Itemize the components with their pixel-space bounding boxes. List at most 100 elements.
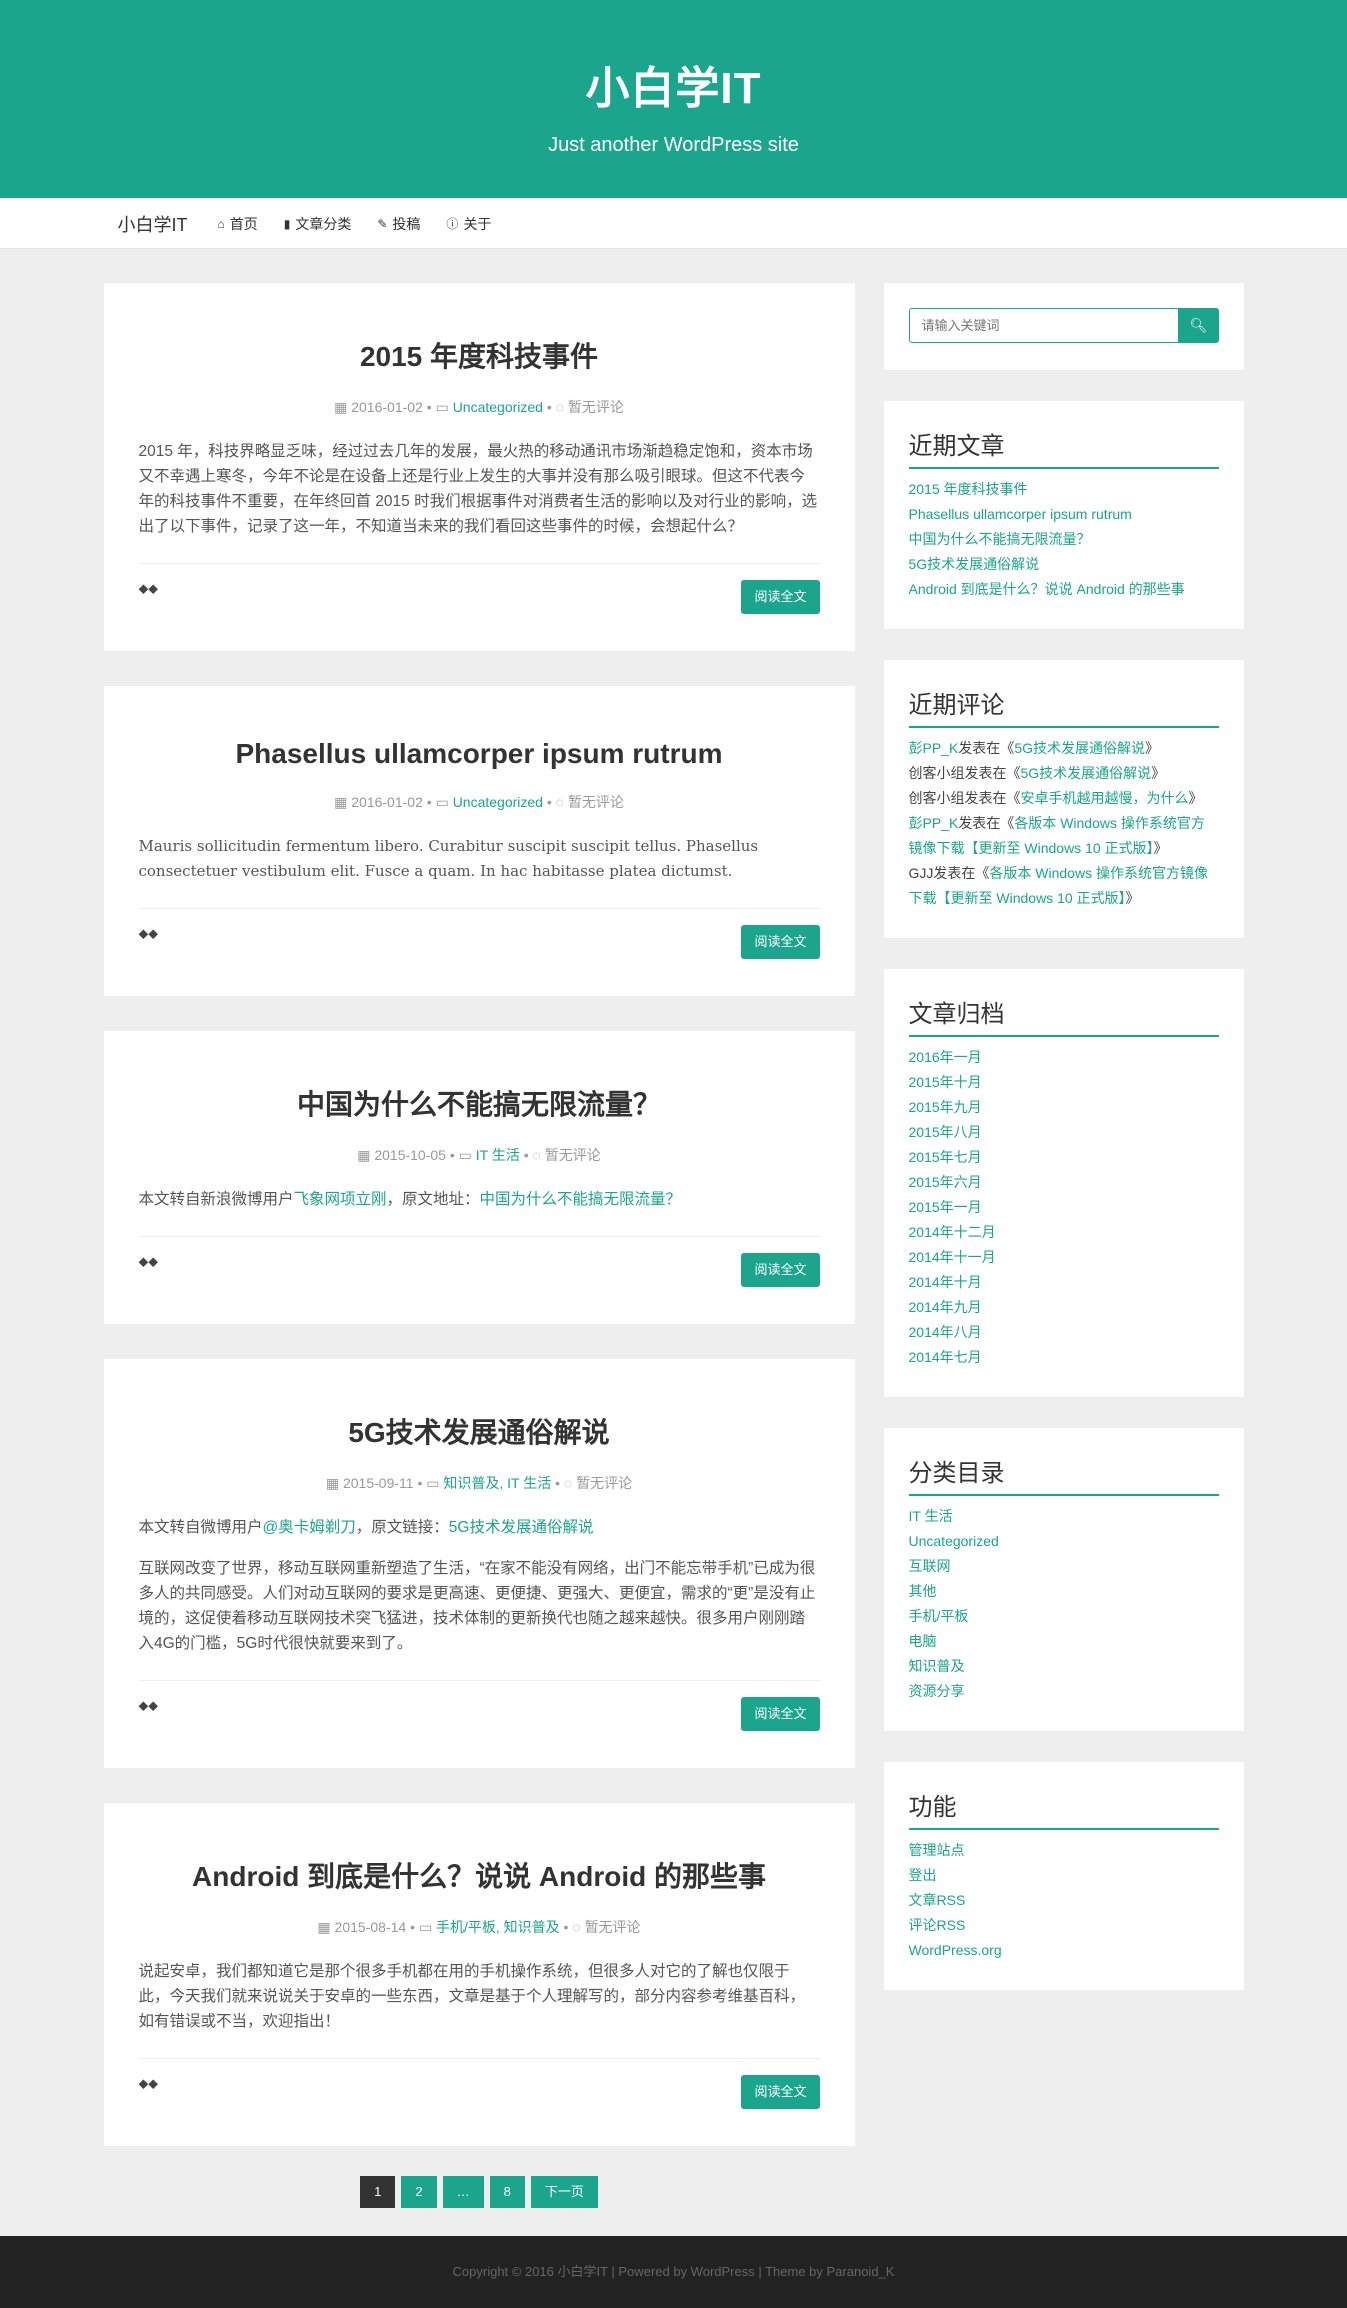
comment-post-link[interactable]: 5G技术发展通俗解说 xyxy=(1021,765,1152,781)
search-input[interactable] xyxy=(908,308,1179,343)
post-title[interactable]: 中国为什么不能搞无限流量？ xyxy=(139,1031,820,1123)
archive-item-link[interactable]: 2014年七月 xyxy=(909,1349,982,1365)
nav-brand[interactable]: 小白学IT xyxy=(118,211,188,237)
page-current: 1 xyxy=(360,2176,396,2208)
post-footer: ⬥⬥ 阅读全文 xyxy=(138,2058,820,2146)
category-item-link[interactable]: 知识普及 xyxy=(909,1658,965,1674)
category-item-link[interactable]: Uncategorized xyxy=(909,1533,999,1549)
nav-item-0[interactable]: ⌂ 首页 xyxy=(218,214,258,234)
category-item: 互联网 xyxy=(909,1554,1219,1579)
recent-comment-item: 创客小组发表在《5G技术发展通俗解说》 xyxy=(909,761,1219,786)
category-item-link[interactable]: 电脑 xyxy=(909,1633,937,1649)
meta-item: 文章RSS xyxy=(909,1888,1219,1913)
post-meta: ▦ 2015-09-11 • ▭ 知识普及, IT 生活 • ◌ 暂无评论 xyxy=(325,1475,633,1491)
post-list: 2015 年度科技事件 ▦ 2016-01-02 • ▭ Uncategorize… xyxy=(103,283,855,2236)
widget-title: 分类目录 xyxy=(908,1453,1219,1496)
post-comments: 暂无评论 xyxy=(567,399,624,415)
archive-item-link[interactable]: 2014年十二月 xyxy=(909,1224,996,1240)
category-item: Uncategorized xyxy=(909,1529,1219,1554)
comment-post-link[interactable]: 5G技术发展通俗解说 xyxy=(1014,740,1145,756)
post-footer: ⬥⬥ 阅读全文 xyxy=(138,1680,820,1768)
post-category[interactable]: 手机/平板, 知识普及 xyxy=(436,1919,560,1935)
archive-item: 2014年九月 xyxy=(909,1295,1219,1320)
site-title[interactable]: 小白学IT xyxy=(0,0,1347,116)
post-category[interactable]: Uncategorized xyxy=(453,399,543,415)
comment-author[interactable]: 彭PP_K xyxy=(909,815,959,831)
post-card: 中国为什么不能搞无限流量？ ▦ 2015-10-05 • ▭ IT 生活 • ◌ … xyxy=(103,1031,855,1324)
site-header: 小白学IT Just another WordPress site xyxy=(0,0,1347,198)
source-article-link[interactable]: 5G技术发展通俗解说 xyxy=(449,1519,594,1536)
read-more-button[interactable]: 阅读全文 xyxy=(741,580,820,614)
post-title[interactable]: Android 到底是什么？说说 Android 的那些事 xyxy=(139,1803,820,1895)
recent-post-item-link[interactable]: 中国为什么不能搞无限流量？ xyxy=(909,531,1091,547)
category-item-link[interactable]: 手机/平板 xyxy=(909,1608,969,1624)
source-prefix: 本文转自新浪微博用户 xyxy=(138,1191,294,1208)
page-link[interactable]: 8 xyxy=(489,2176,525,2208)
recent-post-item-link[interactable]: 2015 年度科技事件 xyxy=(909,481,1028,497)
post-category[interactable]: 知识普及, IT 生活 xyxy=(443,1475,551,1491)
post-comments: 暂无评论 xyxy=(544,1147,601,1163)
read-more-button[interactable]: 阅读全文 xyxy=(741,1253,820,1287)
search-button[interactable]: 🔍︎ xyxy=(1178,308,1219,343)
read-more-button[interactable]: 阅读全文 xyxy=(741,925,820,959)
post-title[interactable]: 2015 年度科技事件 xyxy=(139,283,820,375)
folder-icon: ▭ xyxy=(426,1475,444,1491)
source-author-link[interactable]: 飞象网项立刚 xyxy=(294,1191,387,1208)
recent-post-item: 5G技术发展通俗解说 xyxy=(909,552,1219,577)
nav-item-3[interactable]: ⓘ 关于 xyxy=(446,214,491,234)
category-item-link[interactable]: 其他 xyxy=(909,1583,937,1599)
archive-item-link[interactable]: 2015年七月 xyxy=(909,1149,982,1165)
nav-item-2[interactable]: ✎ 投稿 xyxy=(377,214,420,234)
page-link[interactable]: … xyxy=(442,2176,484,2208)
comment-author: GJJ xyxy=(908,865,934,881)
recent-comment-item: 彭PP_K发表在《各版本 Windows 操作系统官方镜像下载【更新至 Wind… xyxy=(909,811,1219,861)
post-category[interactable]: Uncategorized xyxy=(453,794,543,810)
archive-item-link[interactable]: 2015年八月 xyxy=(909,1124,982,1140)
post-category[interactable]: IT 生活 xyxy=(476,1147,520,1163)
post-paragraph: 说起安卓，我们都知道它是那个很多手机都在用的手机操作系统，但很多人对它的了解也仅… xyxy=(138,1963,806,2030)
meta-item-link[interactable]: WordPress.org xyxy=(909,1942,1002,1958)
read-more-button[interactable]: 阅读全文 xyxy=(741,1697,820,1731)
recent-posts-widget: 近期文章 2015 年度科技事件 Phasellus ullamcorper ip… xyxy=(883,401,1244,629)
source-article-link[interactable]: 中国为什么不能搞无限流量？ xyxy=(480,1191,682,1208)
meta-item-link[interactable]: 管理站点 xyxy=(909,1842,965,1858)
archive-item-link[interactable]: 2016年一月 xyxy=(909,1049,982,1065)
post-card: 2015 年度科技事件 ▦ 2016-01-02 • ▭ Uncategorize… xyxy=(103,283,855,651)
category-item-link[interactable]: 资源分享 xyxy=(909,1683,965,1699)
archive-item: 2015年七月 xyxy=(909,1145,1219,1170)
meta-item: 管理站点 xyxy=(909,1838,1219,1863)
comment-author: 创客小组 xyxy=(908,790,965,806)
recent-post-item-link[interactable]: 5G技术发展通俗解说 xyxy=(909,556,1040,572)
archive-item-link[interactable]: 2015年六月 xyxy=(909,1174,982,1190)
meta-item-link[interactable]: 评论RSS xyxy=(909,1917,966,1933)
recent-post-item-link[interactable]: Android 到底是什么？说说 Android 的那些事 xyxy=(909,581,1185,597)
comment-author[interactable]: 彭PP_K xyxy=(909,740,959,756)
navbar: 小白学IT ⌂ 首页 ▮ 文章分类 ✎ 投稿 ⓘ 关于 xyxy=(0,198,1347,249)
archive-item-link[interactable]: 2015年九月 xyxy=(909,1099,982,1115)
tags-icon: ⬥⬥ xyxy=(138,925,159,941)
archives-widget: 文章归档 2016年一月 2015年十月 2015年九月 2015年八月 2015年七月… xyxy=(883,969,1244,1397)
category-item-link[interactable]: 互联网 xyxy=(909,1558,951,1574)
archive-item: 2015年六月 xyxy=(909,1170,1219,1195)
next-page-link[interactable]: 下一页 xyxy=(530,2176,598,2208)
read-more-button[interactable]: 阅读全文 xyxy=(741,2075,820,2109)
archive-item: 2014年八月 xyxy=(909,1320,1219,1345)
post-date: 2016-01-02 xyxy=(351,794,423,810)
comment-post-link[interactable]: 安卓手机越用越慢，为什么 xyxy=(1021,790,1189,806)
nav-item-1[interactable]: ▮ 文章分类 xyxy=(284,214,352,234)
archive-item-link[interactable]: 2015年十月 xyxy=(909,1074,982,1090)
recent-post-item-link[interactable]: Phasellus ullamcorper ipsum rutrum xyxy=(909,506,1132,522)
page-link[interactable]: 2 xyxy=(401,2176,437,2208)
source-author-link[interactable]: @奥卡姆剃刀 xyxy=(263,1519,356,1536)
archive-item-link[interactable]: 2014年十月 xyxy=(909,1274,982,1290)
meta-item-link[interactable]: 登出 xyxy=(909,1867,937,1883)
archive-item-link[interactable]: 2014年十一月 xyxy=(909,1249,996,1265)
post-excerpt: 2015 年，科技界略显乏味，经过过去几年的发展，最火热的移动通讯市场渐趋稳定饱… xyxy=(139,439,820,539)
archive-item-link[interactable]: 2014年八月 xyxy=(909,1324,982,1340)
post-title[interactable]: Phasellus ullamcorper ipsum rutrum xyxy=(139,686,820,770)
archive-item-link[interactable]: 2015年一月 xyxy=(909,1199,982,1215)
archive-item-link[interactable]: 2014年九月 xyxy=(909,1299,982,1315)
category-item-link[interactable]: IT 生活 xyxy=(909,1508,953,1524)
post-title[interactable]: 5G技术发展通俗解说 xyxy=(139,1359,820,1451)
meta-item-link[interactable]: 文章RSS xyxy=(909,1892,966,1908)
